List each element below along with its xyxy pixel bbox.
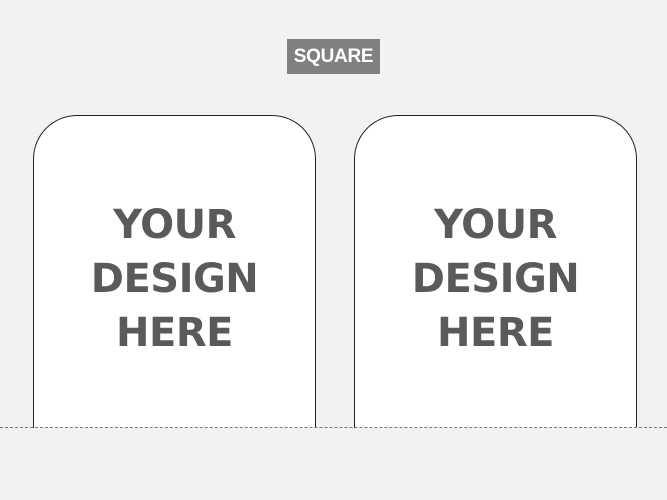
fold-line <box>0 427 667 428</box>
design-placeholder-text: YOUR DESIGN HERE <box>34 198 315 360</box>
placeholder-line: YOUR <box>113 202 236 248</box>
placeholder-line: DESIGN <box>90 256 259 302</box>
placeholder-line: HERE <box>116 310 233 356</box>
placeholder-line: HERE <box>437 310 554 356</box>
design-panel-right: YOUR DESIGN HERE <box>354 115 637 428</box>
placeholder-line: DESIGN <box>411 256 580 302</box>
design-placeholder-text: YOUR DESIGN HERE <box>355 198 636 360</box>
shape-label-badge: SQUARE <box>287 39 380 74</box>
design-panel-left: YOUR DESIGN HERE <box>33 115 316 428</box>
placeholder-line: YOUR <box>434 202 557 248</box>
